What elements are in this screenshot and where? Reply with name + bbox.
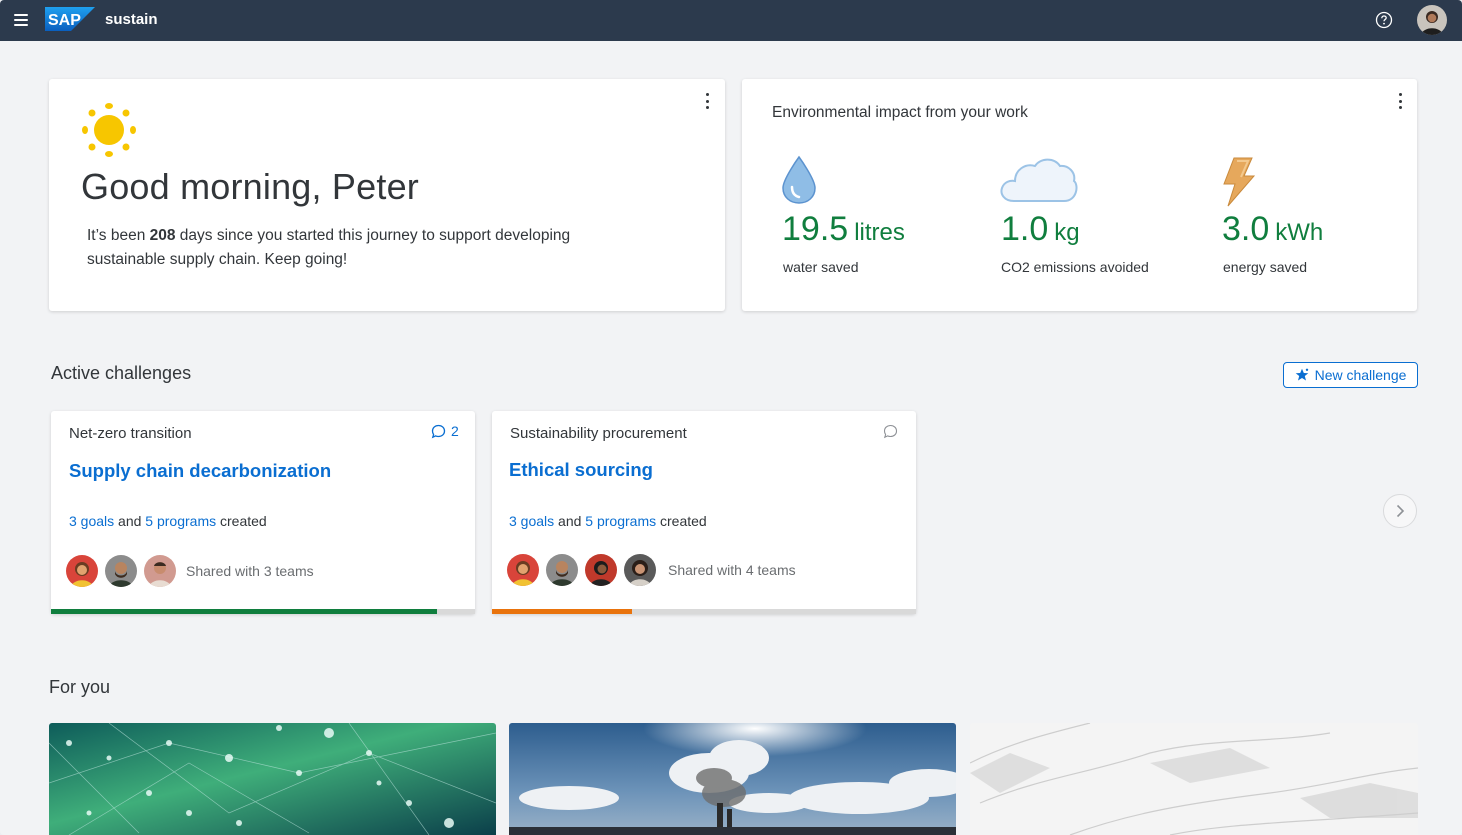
water-metric-label: water saved (783, 259, 859, 275)
cloud-icon (1000, 158, 1078, 202)
water-drop-icon (782, 155, 816, 204)
active-challenges-title: Active challenges (51, 363, 192, 383)
shared-teams-text: Shared with 3 teams (186, 563, 314, 579)
impact-title: Environmental impact from your work (772, 104, 1028, 121)
avatar[interactable] (66, 555, 98, 587)
comments-button[interactable]: 2 (431, 423, 459, 439)
svg-text:SAP: SAP (48, 12, 81, 29)
goals-link[interactable]: 3 goals (69, 513, 114, 529)
programs-link[interactable]: 5 programs (585, 513, 656, 529)
avatar[interactable] (144, 555, 176, 587)
new-challenge-button[interactable]: New challenge (1283, 362, 1418, 388)
avatar[interactable] (585, 554, 617, 586)
challenge-progress-bar (51, 609, 475, 614)
avatar[interactable] (507, 554, 539, 586)
hamburger-menu-icon[interactable] (10, 9, 32, 31)
programs-link[interactable]: 5 programs (145, 513, 216, 529)
challenge-title-link[interactable]: Supply chain decarbonization (69, 460, 331, 482)
chevron-right-icon (1396, 504, 1405, 518)
journey-text: It’s been 208 days since you started thi… (87, 227, 571, 268)
carousel-next-button[interactable] (1383, 494, 1417, 528)
app-window: SAP sustain Good morning, Peter It’s bee… (0, 0, 1462, 835)
journey-days: 208 (149, 227, 176, 244)
challenge-summary: 3 goals and 5 programs created (509, 513, 707, 529)
co2-metric-value: 1.0 kg (1001, 210, 1080, 248)
co2-metric-label: CO2 emissions avoided (1001, 259, 1149, 275)
impact-card-more-icon[interactable] (1397, 93, 1403, 109)
lightning-icon (1223, 157, 1256, 207)
greeting-card-more-icon[interactable] (704, 93, 710, 109)
energy-metric-label: energy saved (1223, 259, 1308, 275)
snow-mountain-image[interactable] (970, 723, 1418, 835)
challenge-progress-fill (492, 609, 632, 614)
comment-icon (431, 424, 446, 438)
challenge-category: Net-zero transition (69, 425, 192, 442)
goals-link[interactable]: 3 goals (509, 513, 554, 529)
challenge-title-link[interactable]: Ethical sourcing (509, 459, 653, 481)
help-icon[interactable] (1375, 11, 1393, 29)
water-metric-value: 19.5 litres (782, 210, 905, 248)
avatar[interactable] (105, 555, 137, 587)
challenge-progress-bar (492, 609, 916, 614)
challenge-category: Sustainability procurement (510, 425, 687, 442)
challenge-summary: 3 goals and 5 programs created (69, 513, 267, 529)
comment-icon[interactable] (883, 424, 898, 439)
sap-logo[interactable]: SAP (45, 7, 95, 31)
challenge-progress-fill (51, 609, 437, 614)
shell-bar: SAP sustain (0, 0, 1462, 41)
smokestack-image[interactable] (509, 723, 956, 835)
energy-metric-value: 3.0 kWh (1222, 210, 1324, 248)
dew-web-image[interactable] (49, 723, 496, 835)
product-name: sustain (105, 11, 158, 28)
avatar[interactable] (624, 554, 656, 586)
shared-teams-text: Shared with 4 teams (668, 562, 796, 578)
greeting-heading: Good morning, Peter (81, 166, 419, 207)
avatar[interactable] (546, 554, 578, 586)
user-avatar[interactable] (1417, 5, 1447, 35)
sun-icon (82, 103, 136, 157)
star-icon (1295, 368, 1308, 381)
for-you-title: For you (49, 677, 111, 697)
